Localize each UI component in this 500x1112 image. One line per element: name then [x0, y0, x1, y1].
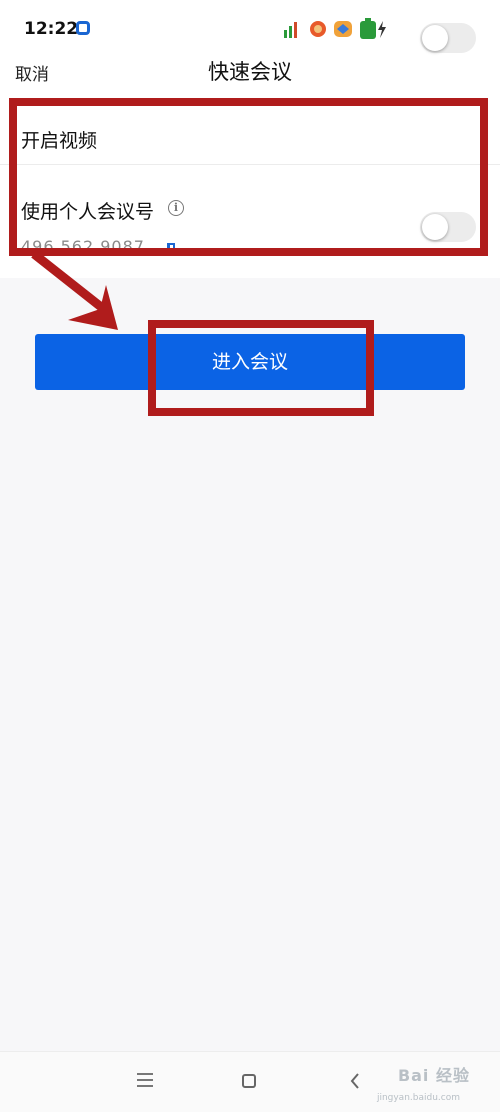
watermark-domain: jingyan.baidu.com: [376, 1093, 460, 1103]
toggle-knob: [422, 214, 448, 240]
battery-icon: [360, 21, 376, 39]
join-meeting-button[interactable]: 进入会议: [35, 334, 465, 390]
home-icon[interactable]: [242, 1074, 256, 1088]
title-bar: 取消 快速会议: [0, 52, 500, 98]
page-title: 快速会议: [208, 60, 292, 84]
copy-icon[interactable]: [167, 243, 175, 255]
status-time: 12:22: [24, 19, 79, 39]
toggle-knob: [422, 25, 448, 51]
app-notification-icon: [76, 21, 90, 35]
video-setting-row: 开启视频: [0, 110, 500, 166]
personal-meeting-toggle[interactable]: [420, 212, 476, 242]
charging-icon: [378, 21, 386, 38]
video-toggle[interactable]: [420, 23, 476, 53]
signal-icon: [284, 22, 297, 38]
menu-icon[interactable]: [137, 1073, 153, 1087]
watermark: Bai 经验: [397, 1066, 470, 1085]
info-icon[interactable]: i: [168, 200, 184, 216]
back-icon[interactable]: [348, 1072, 362, 1090]
status-icons: [284, 18, 386, 39]
settings-panel: 开启视频 使用个人会议号 i 496 562 9087: [0, 98, 500, 278]
personal-meeting-id: 496 562 9087: [21, 237, 145, 256]
personal-meeting-label: 使用个人会议号: [21, 201, 155, 223]
video-setting-label: 开启视频: [21, 130, 98, 152]
